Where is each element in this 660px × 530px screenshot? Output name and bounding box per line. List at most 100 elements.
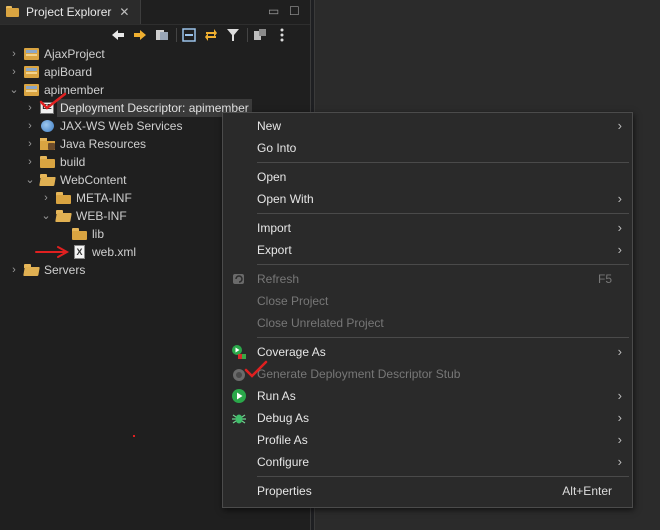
tree-item-apiboard[interactable]: › apiBoard — [0, 63, 310, 81]
menu-item-configure[interactable]: Configure › — [223, 451, 632, 473]
tree-item-label: WEB-INF — [76, 209, 127, 223]
tree-item-label: build — [60, 155, 86, 169]
menu-item-label: Run As — [257, 389, 296, 403]
submenu-arrow-icon: › — [617, 191, 622, 206]
tree-item-apimember[interactable]: ⌄ apimember — [0, 81, 310, 99]
xml-file-icon: X — [72, 245, 88, 259]
tree-item-label: Servers — [44, 263, 86, 277]
arrow-left-icon[interactable] — [110, 27, 126, 43]
chevron-down-icon[interactable]: ⌄ — [25, 171, 35, 189]
sync-icon[interactable] — [203, 27, 219, 43]
run-icon — [231, 388, 247, 404]
menu-item-label: Close Unrelated Project — [257, 316, 384, 330]
tree-item-label: lib — [92, 227, 105, 241]
menu-item-import[interactable]: Import › — [223, 217, 632, 239]
coverage-icon — [231, 344, 247, 360]
menu-item-shortcut: Alt+Enter — [562, 484, 612, 498]
chevron-right-icon[interactable]: › — [25, 153, 35, 171]
link-icon[interactable] — [154, 27, 170, 43]
menu-item-go-into[interactable]: Go Into — [223, 137, 632, 159]
minimize-icon[interactable]: ▭ — [268, 4, 279, 18]
menu-item-close-unrelated-project[interactable]: Close Unrelated Project — [223, 312, 632, 334]
tree-item-label: apiBoard — [44, 65, 93, 79]
menu-item-label: Coverage As — [257, 345, 326, 359]
explorer-toolbar — [110, 26, 310, 44]
menu-item-label: Go Into — [257, 141, 297, 155]
project-explorer-icon — [6, 6, 20, 18]
chevron-down-icon[interactable]: ⌄ — [41, 207, 51, 225]
close-icon[interactable]: ✕ — [119, 5, 129, 19]
menu-item-refresh[interactable]: Refresh F5 — [223, 268, 632, 290]
menu-item-label: Profile As — [257, 433, 308, 447]
submenu-arrow-icon: › — [617, 454, 622, 469]
red-dot-annotation — [133, 435, 135, 437]
working-set-icon[interactable] — [252, 27, 268, 43]
submenu-arrow-icon: › — [617, 242, 622, 257]
menu-item-label: Refresh — [257, 272, 300, 286]
menu-item-label: Generate Deployment Descriptor Stub — [257, 367, 461, 381]
tree-item-label: apimember — [44, 83, 105, 97]
folder-icon — [56, 191, 72, 205]
menu-item-generate-deployment-descriptor-stub[interactable]: Generate Deployment Descriptor Stub — [223, 363, 632, 385]
menu-item-run-as[interactable]: Run As › — [223, 385, 632, 407]
menu-item-label: Properties — [257, 484, 312, 498]
panel-tabbar: Project Explorer ✕ ▭ ☐ — [0, 0, 310, 25]
menu-item-label: New — [257, 119, 282, 133]
collapse-all-icon[interactable] — [181, 27, 197, 43]
maximize-icon[interactable]: ☐ — [289, 4, 300, 18]
tree-item-label: WebContent — [60, 173, 127, 187]
debug-icon — [231, 410, 247, 426]
menu-item-label: Export — [257, 243, 292, 257]
project-icon — [24, 83, 40, 97]
chevron-right-icon[interactable]: › — [9, 261, 19, 279]
tree-item-label: META-INF — [76, 191, 132, 205]
tree-item-label: AjaxProject — [44, 47, 105, 61]
view-menu-icon[interactable] — [274, 27, 290, 43]
chevron-right-icon[interactable]: › — [9, 45, 19, 63]
tree-item-label: JAX-WS Web Services — [60, 119, 183, 133]
menu-item-coverage-as[interactable]: Coverage As › — [223, 341, 632, 363]
folder-open-icon — [39, 173, 56, 187]
toolbar-separator — [247, 28, 248, 42]
menu-item-profile-as[interactable]: Profile As › — [223, 429, 632, 451]
context-menu: New › Go Into Open Open With › Import › … — [222, 112, 633, 508]
deployment-descriptor-icon: EE — [40, 101, 56, 115]
ide-window: Project Explorer ✕ ▭ ☐ › AjaxProject › a… — [0, 0, 660, 530]
folder-open-icon — [55, 209, 72, 223]
filter-icon[interactable] — [225, 27, 241, 43]
menu-item-shortcut: F5 — [597, 272, 612, 286]
java-resources-icon — [40, 137, 56, 151]
menu-separator — [257, 337, 629, 338]
arrow-right-icon[interactable] — [132, 27, 148, 43]
tree-item-ajaxproject[interactable]: › AjaxProject — [0, 45, 310, 63]
chevron-right-icon[interactable]: › — [41, 189, 51, 207]
chevron-right-icon[interactable]: › — [25, 99, 35, 117]
menu-item-debug-as[interactable]: Debug As › — [223, 407, 632, 429]
menu-separator — [257, 476, 629, 477]
menu-item-close-project[interactable]: Close Project — [223, 290, 632, 312]
generate-stub-icon — [231, 366, 247, 382]
toolbar-separator — [176, 28, 177, 42]
menu-item-export[interactable]: Export › — [223, 239, 632, 261]
chevron-right-icon[interactable]: › — [25, 117, 35, 135]
chevron-right-icon[interactable]: › — [25, 135, 35, 153]
menu-item-new[interactable]: New › — [223, 115, 632, 137]
folder-icon — [40, 155, 56, 169]
folder-icon — [72, 227, 88, 241]
tree-item-label: web.xml — [92, 245, 137, 259]
menu-item-label: Debug As — [257, 411, 310, 425]
menu-separator — [257, 162, 629, 163]
menu-item-label: Open With — [257, 192, 314, 206]
menu-item-label: Import — [257, 221, 292, 235]
tab-project-explorer[interactable]: Project Explorer ✕ — [0, 0, 141, 24]
menu-item-label: Configure — [257, 455, 310, 469]
chevron-down-icon[interactable]: ⌄ — [9, 81, 19, 99]
menu-item-label: Open — [257, 170, 287, 184]
tab-label: Project Explorer — [26, 5, 112, 19]
menu-item-open[interactable]: Open — [223, 166, 632, 188]
chevron-right-icon[interactable]: › — [9, 63, 19, 81]
menu-item-properties[interactable]: Properties Alt+Enter — [223, 480, 632, 502]
menu-item-open-with[interactable]: Open With › — [223, 188, 632, 210]
project-icon — [24, 47, 40, 61]
project-icon — [24, 65, 40, 79]
